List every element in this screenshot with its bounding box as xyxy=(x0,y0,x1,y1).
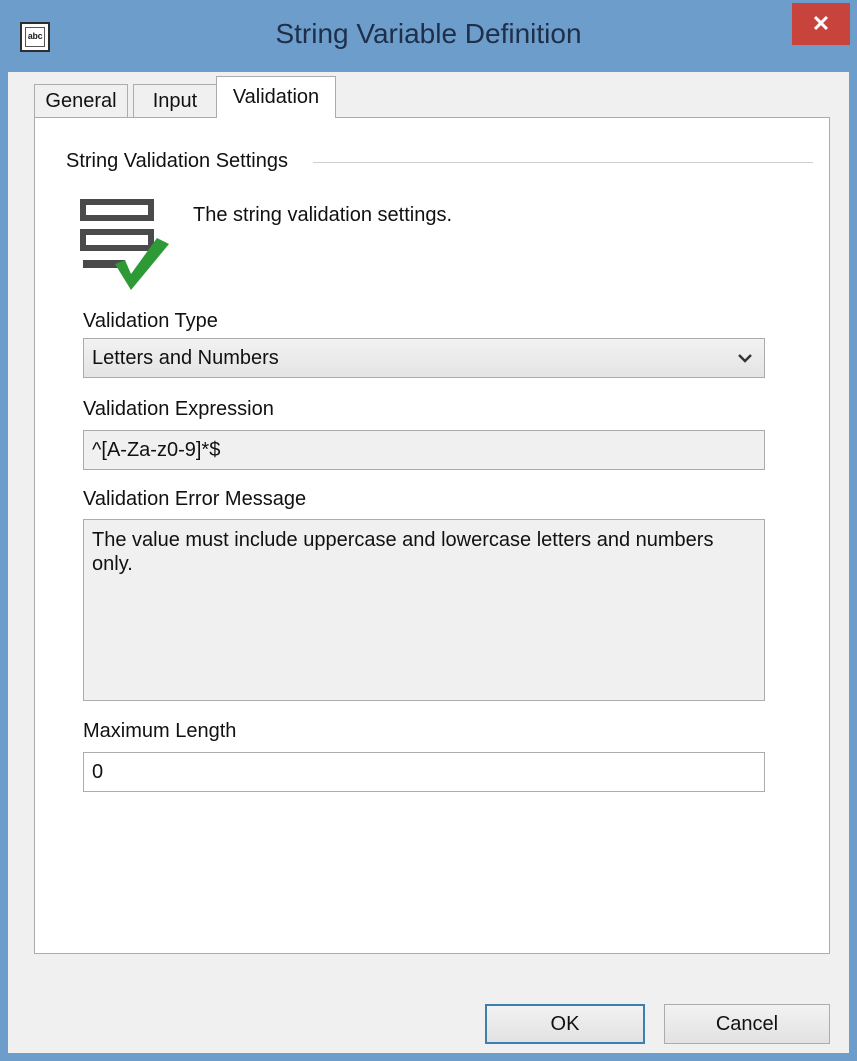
validation-tab-panel: String Validation Settings The string va… xyxy=(34,117,830,954)
cancel-button[interactable]: Cancel xyxy=(664,1004,830,1044)
close-icon: ✕ xyxy=(811,11,831,36)
window-title: String Variable Definition xyxy=(275,18,582,49)
title-bar[interactable]: abc String Variable Definition ✕ xyxy=(0,0,857,72)
validation-expression-field[interactable]: ^[A-Za-z0-9]*$ xyxy=(83,430,765,470)
ok-button[interactable]: OK xyxy=(485,1004,645,1044)
tab-input[interactable]: Input xyxy=(133,84,217,118)
chevron-down-icon xyxy=(738,354,752,363)
validation-type-label: Validation Type xyxy=(83,310,218,332)
validation-error-label: Validation Error Message xyxy=(83,488,307,510)
max-length-label: Maximum Length xyxy=(83,720,237,742)
validation-type-value: Letters and Numbers xyxy=(92,346,279,369)
tab-validation[interactable]: Validation xyxy=(216,76,336,118)
section-divider xyxy=(313,162,813,163)
validation-error-textarea[interactable]: The value must include uppercase and low… xyxy=(83,519,765,701)
section-title: String Validation Settings xyxy=(66,150,298,173)
list-check-icon xyxy=(80,199,169,290)
validation-type-select[interactable]: Letters and Numbers xyxy=(83,338,765,378)
close-button[interactable]: ✕ xyxy=(792,3,850,45)
max-length-input[interactable]: 0 xyxy=(83,752,765,792)
dialog-window: abc String Variable Definition ✕ General… xyxy=(0,0,857,1061)
validation-expression-label: Validation Expression xyxy=(83,398,274,420)
dialog-client-area: General Input Validation String Validati… xyxy=(8,72,849,1053)
section-description: The string validation settings. xyxy=(193,204,453,226)
tab-general[interactable]: General xyxy=(34,84,128,118)
